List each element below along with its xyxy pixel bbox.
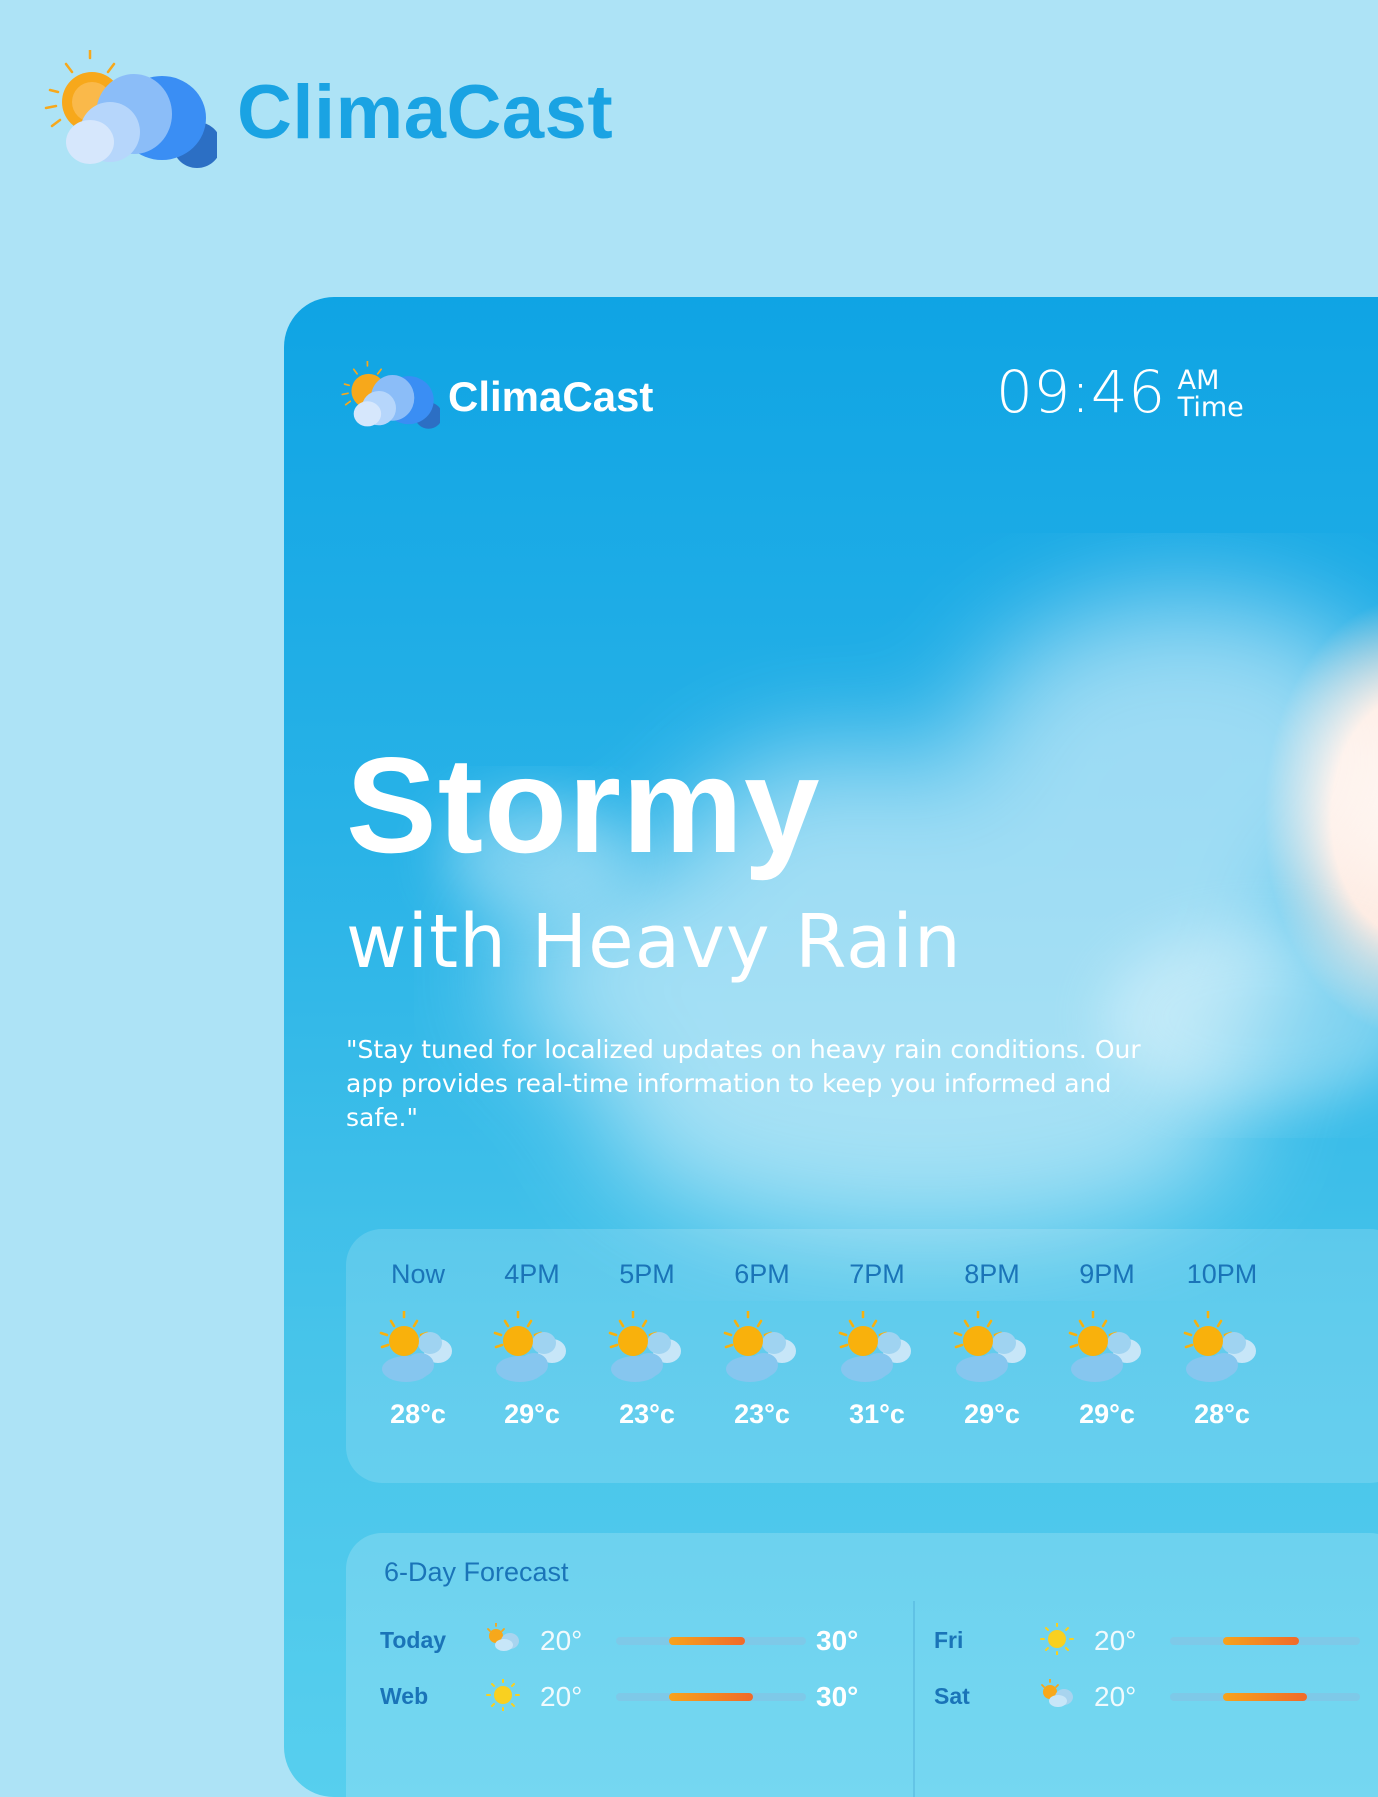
- app-topbar: ClimaCast: [340, 361, 653, 433]
- forecast-row: Sat 20°: [934, 1675, 1378, 1715]
- sun-icon: [484, 1678, 522, 1712]
- brand-header: ClimaCast: [42, 50, 613, 175]
- app-screen: ClimaCast 09:46 AM Time Stormy with Heav…: [284, 297, 1378, 1797]
- hourly-time-label: 9PM: [1079, 1259, 1135, 1289]
- forecast-day-label: Web: [380, 1683, 429, 1709]
- hourly-temperature: 23°c: [734, 1399, 790, 1429]
- hourly-temperature: 31°c: [849, 1399, 905, 1429]
- forecast-day-label: Today: [380, 1627, 447, 1653]
- hourly-temperature: 29°c: [1079, 1399, 1135, 1429]
- sun-cloud-icon: [953, 1309, 1026, 1382]
- sun-cloud-icon: [376, 1309, 460, 1387]
- forecast-divider: [913, 1601, 915, 1797]
- forecast-range-fill: [1223, 1637, 1300, 1645]
- sun-cloud-icon: [1065, 1309, 1149, 1387]
- clock-meta: AM Time: [1178, 367, 1244, 421]
- forecast-range-fill: [669, 1693, 753, 1701]
- forecast-low-temp: 20°: [540, 1681, 583, 1712]
- hourly-time-label: 6PM: [734, 1259, 790, 1289]
- hourly-time-label: 4PM: [504, 1259, 560, 1289]
- forecast-high-temp: 30°: [816, 1625, 859, 1656]
- partly-cloudy-icon: [1041, 1678, 1073, 1707]
- partly-cloudy-icon: [487, 1622, 519, 1651]
- forecast-row: Web 20° 30°: [380, 1675, 860, 1715]
- climacast-logo-icon: [44, 50, 217, 168]
- clock-period: AM: [1177, 365, 1220, 396]
- six-day-forecast-panel: 6-Day Forecast Today 20° 30° Web 20° 30° Fri 20…: [346, 1533, 1378, 1797]
- forecast-day-label: Sat: [934, 1683, 970, 1709]
- forecast-title: 6-Day Forecast: [384, 1557, 569, 1587]
- hourly-temperature: 29°c: [964, 1399, 1020, 1429]
- clock: 09:46 AM Time: [996, 363, 1244, 421]
- forecast-low-temp: 20°: [1094, 1625, 1137, 1656]
- hourly-temperature: 28°c: [1194, 1399, 1250, 1429]
- sun-icon: [486, 1678, 520, 1712]
- clock-time: 09:46: [996, 358, 1166, 426]
- forecast-range-bar: [616, 1693, 806, 1701]
- forecast-range-bar: [1170, 1693, 1360, 1701]
- weather-quote: "Stay tuned for localized updates on hea…: [346, 1035, 1141, 1132]
- sun-cloud-icon: [835, 1309, 919, 1387]
- forecast-range-fill: [669, 1637, 746, 1645]
- hourly-time-label: 10PM: [1186, 1259, 1258, 1289]
- sun-cloud-icon: [493, 1309, 566, 1382]
- clock-label: Time: [1177, 392, 1244, 423]
- sun-cloud-icon: [1068, 1309, 1141, 1382]
- hourly-time-label: Now: [390, 1259, 445, 1289]
- forecast-range-bar: [616, 1637, 806, 1645]
- hourly-time-label: 8PM: [964, 1259, 1020, 1289]
- weather-subcondition: with Heavy Rain: [346, 899, 962, 985]
- sun-cloud-icon: [723, 1309, 796, 1382]
- forecast-day-label: Fri: [934, 1627, 964, 1653]
- hourly-temperature: 23°c: [619, 1399, 675, 1429]
- partly-cloudy-icon: [1038, 1678, 1076, 1711]
- sun-cloud-icon: [720, 1309, 804, 1387]
- sun-cloud-icon: [838, 1309, 911, 1382]
- forecast-low-temp: 20°: [540, 1625, 583, 1656]
- brand-name: ClimaCast: [237, 70, 614, 155]
- hourly-temperature: 28°c: [390, 1399, 446, 1429]
- sun-cloud-icon: [379, 1309, 452, 1382]
- forecast-low-temp: 20°: [1094, 1681, 1137, 1712]
- hourly-forecast-panel: Now 28°c 4PM 29°c 5PM 23°c 6PM 23°c 7PM 31°c 8PM 29…: [346, 1229, 1378, 1483]
- forecast-row: Fri 20°: [934, 1619, 1378, 1659]
- sun-cloud-icon: [605, 1309, 689, 1387]
- forecast-row: Today 20° 30°: [380, 1619, 860, 1659]
- hourly-temperature: 29°c: [504, 1399, 560, 1429]
- partly-cloudy-icon: [484, 1622, 522, 1655]
- sun-icon: [1040, 1622, 1074, 1656]
- climacast-logo-icon: [341, 361, 440, 429]
- forecast-high-temp: 30°: [816, 1681, 859, 1712]
- hourly-time-label: 5PM: [619, 1259, 675, 1289]
- sun-cloud-icon: [608, 1309, 681, 1382]
- hourly-time-label: 7PM: [849, 1259, 905, 1289]
- forecast-range-bar: [1170, 1637, 1360, 1645]
- sun-cloud-icon: [490, 1309, 574, 1387]
- weather-condition: Stormy: [346, 729, 821, 881]
- app-name: ClimaCast: [448, 373, 654, 420]
- forecast-range-fill: [1223, 1693, 1307, 1701]
- sun-icon: [1038, 1622, 1076, 1656]
- sun-cloud-icon: [950, 1309, 1034, 1387]
- sun-cloud-icon: [1180, 1309, 1264, 1387]
- sun-cloud-icon: [1183, 1309, 1256, 1382]
